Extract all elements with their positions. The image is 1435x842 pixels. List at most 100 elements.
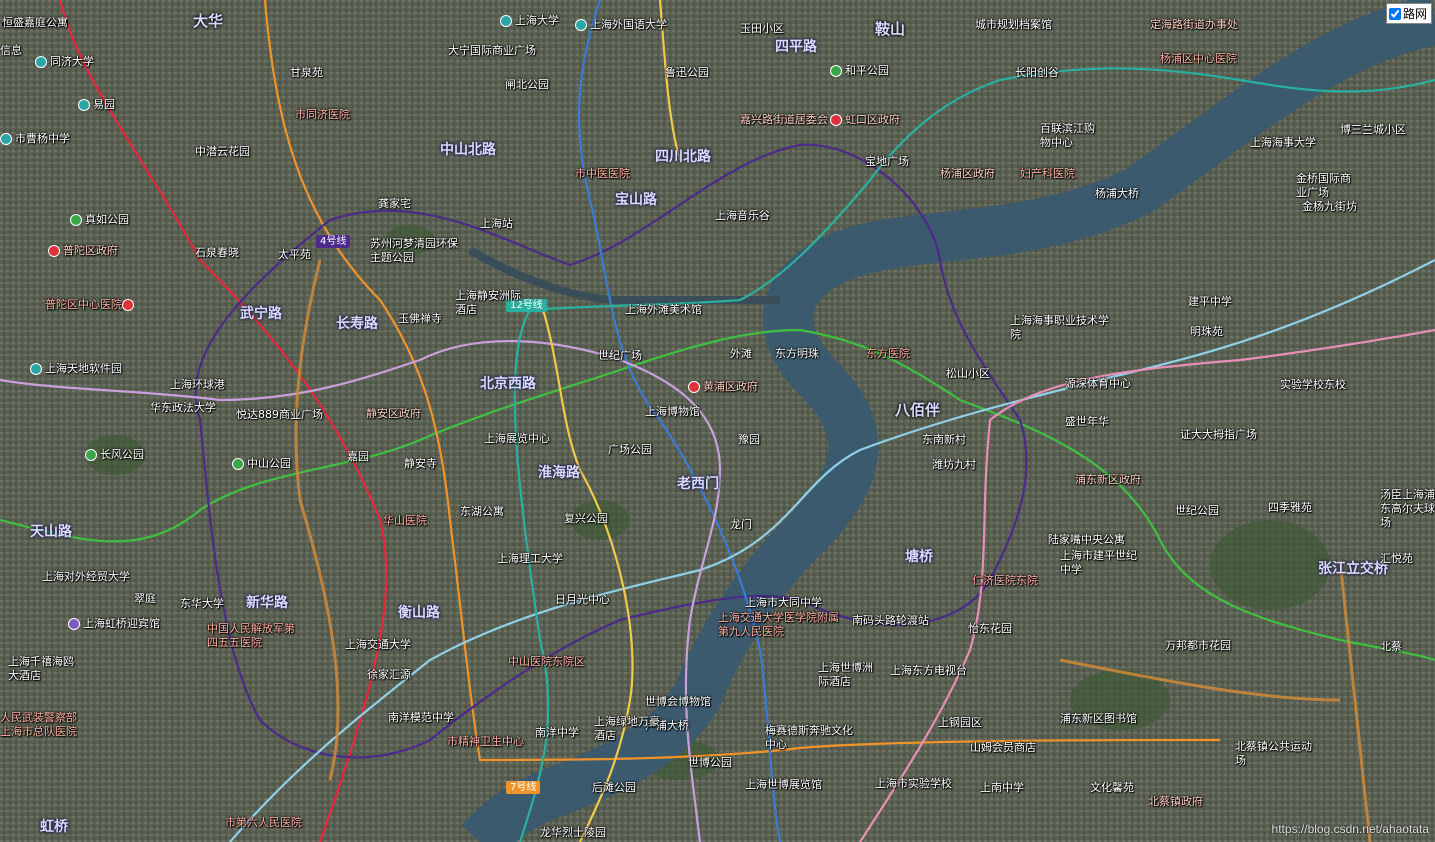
poi-label[interactable]: 东南新村	[922, 433, 966, 447]
poi-label[interactable]: 潍坊九村	[932, 458, 976, 472]
poi-label[interactable]: 上海静安洲际酒店	[455, 289, 525, 317]
poi-label[interactable]: 和平公园	[830, 64, 889, 78]
poi-label[interactable]: 东方医院	[866, 347, 910, 361]
poi-label[interactable]: 易园	[78, 98, 115, 112]
poi-label[interactable]: 源深体育中心	[1065, 377, 1131, 391]
poi-label[interactable]: 博三兰城小区	[1340, 123, 1406, 137]
poi-label[interactable]: 上海理工大学	[497, 552, 563, 566]
poi-label[interactable]: 上海环球港	[170, 378, 225, 392]
poi-label[interactable]: 上钢园区	[938, 716, 982, 730]
poi-label[interactable]: 市第六人民医院	[225, 816, 302, 830]
poi-label[interactable]: 金桥国际商业广场	[1296, 172, 1356, 200]
poi-label[interactable]: 南码头路轮渡站	[852, 614, 929, 628]
poi-label[interactable]: 陆家嘴中央公寓	[1048, 533, 1125, 547]
poi-label[interactable]: 万邦都市花园	[1165, 639, 1231, 653]
poi-label[interactable]: 中国人民解放军第四五五医院	[207, 622, 302, 650]
landmark-label[interactable]: 外滩	[730, 347, 752, 361]
poi-label[interactable]: 市曹杨中学	[0, 132, 70, 146]
poi-label[interactable]: 上海东方电视台	[890, 664, 967, 678]
poi-label[interactable]: 信息	[0, 44, 22, 58]
poi-label[interactable]: 上海千禧海鸥大酒店	[8, 655, 78, 683]
poi-label[interactable]: 上海海事大学	[1250, 136, 1316, 150]
poi-label[interactable]: 上海海事职业技术学院	[1010, 314, 1110, 342]
poi-label[interactable]: 龙门	[730, 518, 752, 532]
poi-label[interactable]: 汤臣上海浦东高尔夫球场	[1380, 488, 1435, 530]
poi-label[interactable]: 世纪公园	[1175, 504, 1219, 518]
poi-label[interactable]: 恒盛嘉庭公寓	[2, 16, 68, 30]
poi-label[interactable]: 上海市实验学校	[875, 777, 952, 791]
poi-label[interactable]: 静安寺	[404, 457, 437, 471]
poi-label[interactable]: 杨浦区政府	[940, 167, 995, 181]
poi-label[interactable]: 甘泉苑	[290, 66, 323, 80]
poi-label[interactable]: 豫园	[738, 433, 760, 447]
poi-label[interactable]: 北蔡	[1380, 640, 1402, 654]
poi-label[interactable]: 市同济医院	[295, 108, 350, 122]
poi-label[interactable]: 悦达889商业广场	[236, 408, 323, 422]
poi-label[interactable]: 世博公园	[688, 756, 732, 770]
poi-label[interactable]: 玉佛禅寺	[398, 312, 442, 326]
poi-label[interactable]: 明珠苑	[1190, 325, 1223, 339]
poi-label[interactable]: 人民武装警察部上海市总队医院	[0, 711, 80, 739]
poi-label[interactable]: 世纪广场	[598, 349, 642, 363]
poi-label[interactable]: 南洋模范中学	[388, 711, 454, 725]
poi-label[interactable]: 南洋中学	[535, 726, 579, 740]
poi-label[interactable]: 玉田小区	[740, 22, 784, 36]
poi-label[interactable]: 城市规划档案馆	[975, 18, 1052, 32]
poi-label[interactable]: 华东政法大学	[150, 401, 216, 415]
poi-label[interactable]: 长风公园	[85, 448, 144, 462]
poi-label[interactable]: 上海对外经贸大学	[42, 570, 132, 584]
poi-label[interactable]: 嘉兴路街道居委会	[740, 113, 828, 127]
poi-label[interactable]: 仁济医院东院	[972, 574, 1038, 588]
poi-label[interactable]: 上海站	[480, 217, 513, 231]
poi-label[interactable]: 梅赛德斯奔驰文化中心	[765, 724, 855, 752]
poi-label[interactable]: 宝地广场	[865, 155, 909, 169]
poi-label[interactable]: 上海市大同中学	[745, 596, 822, 610]
poi-label[interactable]: 松山小区	[946, 367, 990, 381]
poi-label[interactable]: 徐家汇源	[367, 668, 411, 682]
poi-label[interactable]: 上海外滩美术馆	[625, 303, 702, 317]
poi-label[interactable]: 北蔡镇政府	[1148, 795, 1203, 809]
poi-label[interactable]: 建平中学	[1188, 295, 1232, 309]
poi-label[interactable]: 盛世年华	[1065, 415, 1109, 429]
poi-label[interactable]: 真如公园	[70, 213, 129, 227]
poi-label[interactable]: 复兴公园	[564, 512, 608, 526]
landmark-label[interactable]: 杨浦大桥	[1095, 187, 1139, 201]
poi-label[interactable]: 上海市建平世纪中学	[1060, 549, 1140, 577]
poi-label[interactable]: 太平苑	[278, 248, 311, 262]
poi-label[interactable]: 上海交通大学医学院附属第九人民医院	[718, 611, 848, 639]
poi-label[interactable]: 华山医院	[383, 514, 427, 528]
poi-label[interactable]: 黄浦区政府	[688, 380, 758, 394]
poi-label[interactable]: 大宁国际商业广场	[448, 44, 536, 58]
poi-label[interactable]: 杨浦区中心医院	[1160, 52, 1237, 66]
poi-label[interactable]: 龙华烈士陵园	[540, 826, 606, 840]
poi-label[interactable]: 金杨九街坊	[1302, 200, 1357, 214]
poi-label[interactable]: 上海交通大学	[345, 638, 411, 652]
poi-label[interactable]: 中潜云花园	[195, 145, 250, 159]
poi-label[interactable]: 上海世博展览馆	[745, 778, 822, 792]
poi-label[interactable]: 实验学校东校	[1280, 378, 1346, 392]
poi-label[interactable]: 鲁迅公园	[665, 66, 709, 80]
satellite-map[interactable]	[0, 0, 1435, 842]
roadnet-toggle[interactable]: 路网	[1385, 3, 1432, 24]
poi-label[interactable]: 嘉园	[347, 450, 369, 464]
poi-label[interactable]: 妇产科医院	[1020, 167, 1075, 181]
poi-label[interactable]: 市中医医院	[575, 167, 630, 181]
poi-label[interactable]: 文化馨苑	[1090, 781, 1134, 795]
landmark-label[interactable]: 东方明珠	[775, 347, 819, 361]
roadnet-checkbox[interactable]	[1388, 7, 1401, 20]
poi-label[interactable]: 石泉春晓	[195, 246, 239, 260]
poi-label[interactable]: 世博会博物馆	[645, 695, 711, 709]
poi-label[interactable]: 同济大学	[35, 55, 94, 69]
poi-label[interactable]: 汇悦苑	[1380, 552, 1413, 566]
poi-label[interactable]: 上海世博洲际酒店	[818, 661, 878, 689]
poi-label[interactable]: 上海博物馆	[645, 405, 700, 419]
poi-label[interactable]: 后滩公园	[592, 781, 636, 795]
poi-label[interactable]: 上海大学	[500, 14, 559, 28]
poi-label[interactable]: 上海虹桥迎宾馆	[68, 617, 160, 631]
poi-label[interactable]: 北蔡镇公共运动场	[1235, 740, 1315, 768]
poi-label[interactable]: 翠庭	[134, 592, 156, 606]
poi-label[interactable]: 百联滨江购物中心	[1040, 122, 1100, 150]
poi-label[interactable]: 虹口区政府	[830, 113, 900, 127]
poi-label[interactable]: 上海外国语大学	[575, 18, 667, 32]
poi-label[interactable]: 普陀区政府	[48, 244, 118, 258]
